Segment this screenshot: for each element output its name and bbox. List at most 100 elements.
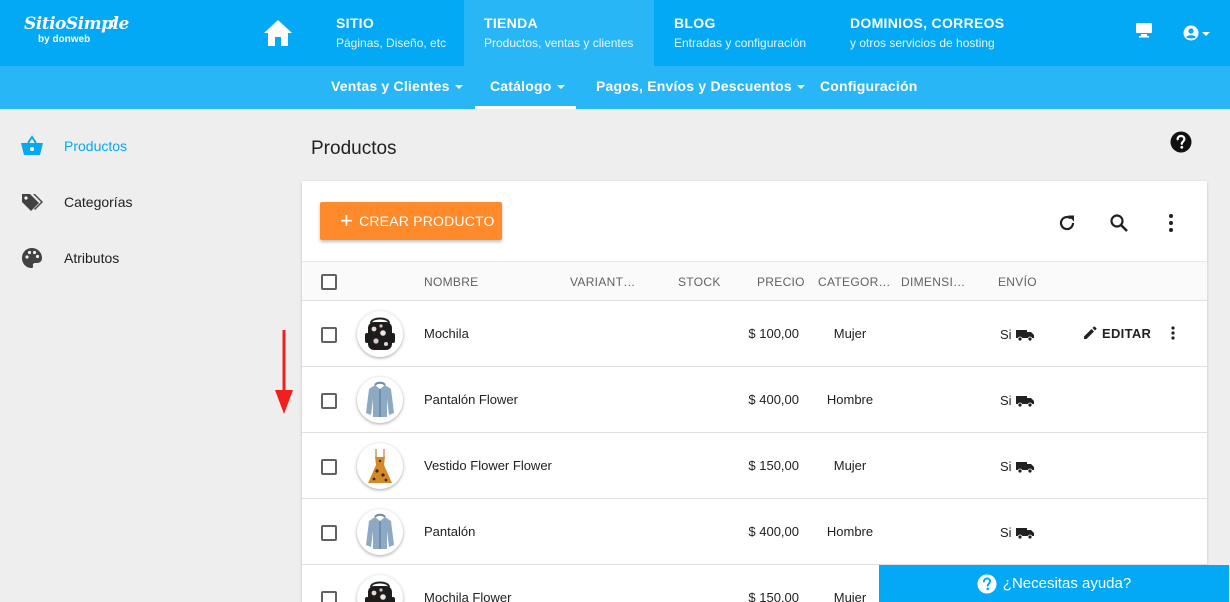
product-shipping: Si xyxy=(1000,393,1034,408)
row-checkbox[interactable] xyxy=(321,525,337,541)
col-envio[interactable]: ENVÍO xyxy=(998,275,1037,289)
account-menu[interactable] xyxy=(1183,25,1213,46)
subnav-label: Configuración xyxy=(820,78,918,94)
col-nombre[interactable]: NOMBRE xyxy=(424,275,478,289)
product-name[interactable]: Mochila xyxy=(424,326,469,341)
row-checkbox[interactable] xyxy=(321,393,337,409)
product-name[interactable]: Vestido Flower Flower xyxy=(424,458,552,473)
refresh-button[interactable] xyxy=(1055,211,1079,235)
search-button[interactable] xyxy=(1107,211,1131,235)
row-checkbox[interactable] xyxy=(321,327,337,343)
truck-icon xyxy=(1015,527,1034,539)
col-categoria[interactable]: CATEGOR… xyxy=(818,275,891,289)
more-vert-icon xyxy=(1169,214,1173,232)
product-price: $ 150,00 xyxy=(748,458,799,473)
top-bar: SitioSimple by donweb SITIO Páginas, Dis… xyxy=(0,0,1230,66)
product-price: $ 400,00 xyxy=(748,524,799,539)
sidebar-item-productos[interactable]: Productos xyxy=(20,134,127,158)
topnav-dominios[interactable]: DOMINIOS, CORREOS y otros servicios de h… xyxy=(830,0,1024,66)
topnav-sitio[interactable]: SITIO Páginas, Diseño, etc xyxy=(316,0,466,66)
product-thumbnail xyxy=(357,311,403,357)
topnav-blog[interactable]: BLOG Entradas y configuración xyxy=(654,0,826,66)
sidebar-item-categorias[interactable]: Categorías xyxy=(20,190,132,214)
subnav-label: Pagos, Envíos y Descuentos xyxy=(596,78,792,94)
help-button[interactable] xyxy=(1170,131,1192,153)
basket-icon xyxy=(20,134,44,158)
product-shipping: Si xyxy=(1000,327,1034,342)
desktop-icon xyxy=(1136,23,1152,38)
shipping-value: Si xyxy=(1000,459,1012,474)
table-row[interactable]: Pantalón $ 400,00 Hombre Si xyxy=(302,499,1207,565)
sub-nav-bar: Ventas y Clientes Catálogo Pagos, Envíos… xyxy=(0,66,1230,109)
topnav-title: SITIO xyxy=(336,15,375,31)
topnav-title: TIENDA xyxy=(484,15,538,31)
edit-label: EDITAR xyxy=(1102,325,1152,341)
topnav-title: DOMINIOS, CORREOS xyxy=(850,15,1005,31)
table-row[interactable]: Mochila $ 100,00 Mujer Si EDITAR xyxy=(302,301,1207,367)
subnav-ventas[interactable]: Ventas y Clientes xyxy=(331,66,463,109)
row-more-button[interactable] xyxy=(1170,325,1176,346)
row-checkbox[interactable] xyxy=(321,459,337,475)
topnav-subtitle: Productos, ventas y clientes xyxy=(484,36,634,50)
help-chat-button[interactable]: ¿Necesitas ayuda? xyxy=(879,565,1229,602)
product-thumbnail xyxy=(357,575,403,602)
dress-image xyxy=(368,449,392,483)
arrow-down-icon xyxy=(275,330,293,414)
shipping-value: Si xyxy=(1000,393,1012,408)
topnav-subtitle: Entradas y configuración xyxy=(674,36,807,50)
topnav-subtitle: Páginas, Diseño, etc xyxy=(336,36,447,50)
refresh-icon xyxy=(1059,215,1075,231)
product-shipping: Si xyxy=(1000,459,1034,474)
col-stock[interactable]: STOCK xyxy=(678,275,721,289)
sidebar-item-atributos[interactable]: Atributos xyxy=(20,246,119,270)
sidebar-item-label: Atributos xyxy=(64,250,120,266)
jacket-image xyxy=(366,513,394,549)
col-dimensiones[interactable]: DIMENSI… xyxy=(901,275,965,289)
account-icon xyxy=(1183,25,1210,41)
logo-sub-text: by donweb xyxy=(38,34,124,45)
subnav-label: Catálogo xyxy=(490,78,552,94)
table-row[interactable]: Vestido Flower Flower $ 150,00 Mujer Si xyxy=(302,433,1207,499)
caret-down-icon xyxy=(796,85,805,90)
truck-icon xyxy=(1015,329,1034,341)
table-row[interactable]: Pantalón Flower $ 400,00 Hombre Si xyxy=(302,367,1207,433)
home-button[interactable] xyxy=(258,15,298,51)
create-product-label: CREAR PRODUCTO xyxy=(359,213,495,229)
caret-down-icon xyxy=(556,85,565,90)
product-name[interactable]: Pantalón Flower xyxy=(424,392,518,407)
backpack-image xyxy=(365,581,395,602)
topnav-subtitle: y otros servicios de hosting xyxy=(850,36,995,50)
subnav-pagos[interactable]: Pagos, Envíos y Descuentos xyxy=(596,66,805,109)
jacket-image xyxy=(366,381,394,417)
truck-icon xyxy=(1015,461,1034,473)
product-thumbnail xyxy=(357,509,403,555)
topnav-tienda[interactable]: TIENDA Productos, ventas y clientes xyxy=(464,0,654,66)
subnav-catalogo[interactable]: Catálogo xyxy=(475,66,576,109)
create-product-button[interactable]: + CREAR PRODUCTO xyxy=(320,202,502,240)
brand-logo[interactable]: SitioSimple by donweb xyxy=(24,14,129,54)
product-price: $ 100,00 xyxy=(748,326,799,341)
product-category: Mujer xyxy=(833,326,867,341)
product-shipping: Si xyxy=(1000,525,1034,540)
products-card: + CREAR PRODUCTO NOMBRE VARIANT… STOCK P… xyxy=(302,181,1207,602)
truck-icon xyxy=(1015,395,1034,407)
col-variantes[interactable]: VARIANT… xyxy=(570,275,636,289)
shipping-value: Si xyxy=(1000,525,1012,540)
pencil-icon xyxy=(1084,326,1097,339)
row-checkbox[interactable] xyxy=(321,591,337,602)
logo-by: by xyxy=(38,34,50,45)
col-precio[interactable]: PRECIO xyxy=(757,275,805,289)
select-all-checkbox[interactable] xyxy=(321,274,337,290)
subnav-configuracion[interactable]: Configuración xyxy=(820,66,917,109)
product-name[interactable]: Pantalón xyxy=(424,524,475,539)
preview-button[interactable] xyxy=(1135,22,1153,43)
more-vert-icon xyxy=(1171,326,1175,340)
plus-icon: + xyxy=(340,208,354,233)
palette-icon xyxy=(20,246,44,270)
more-options-button[interactable] xyxy=(1159,211,1183,235)
subnav-label: Ventas y Clientes xyxy=(331,78,450,94)
product-category: Hombre xyxy=(826,524,874,539)
product-price: $ 150,00 xyxy=(748,590,799,602)
edit-button[interactable]: EDITAR xyxy=(1082,325,1151,341)
product-name[interactable]: Mochila Flower xyxy=(424,590,511,602)
